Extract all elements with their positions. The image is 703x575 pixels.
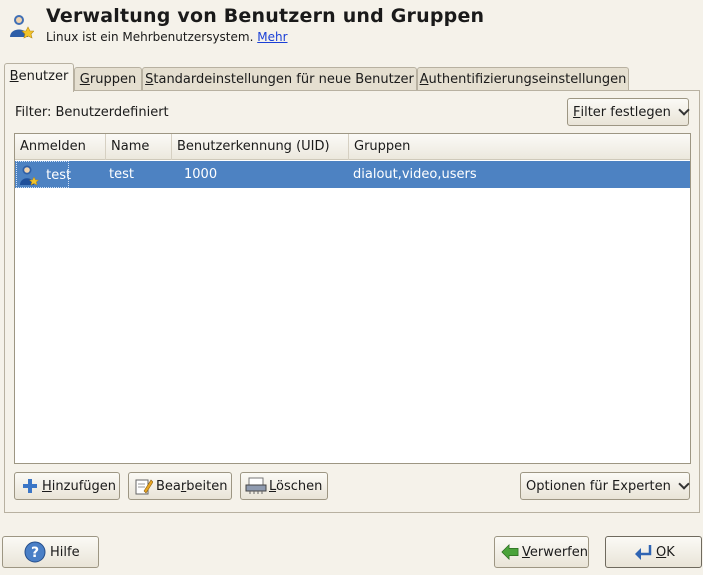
table-row[interactable]: test test 1000 dialout,video,users (15, 161, 690, 188)
shredder-icon (245, 477, 267, 494)
column-header-gruppen[interactable]: Gruppen (349, 134, 690, 160)
label-part: öschen (276, 478, 323, 494)
expert-options-button[interactable]: Optionen für Experten (520, 472, 690, 500)
plus-icon (23, 479, 37, 493)
button-label-rest: ilter festlegen (580, 104, 671, 120)
tab-mnemonic: G (79, 72, 90, 87)
edit-button[interactable]: Bearbeiten (128, 472, 232, 500)
tab-benutzer[interactable]: Benutzer (4, 63, 74, 92)
button-label: Optionen für Experten (526, 478, 671, 494)
tab-standardeinstellungen[interactable]: Standardeinstellungen für neue Benutzer (142, 67, 417, 92)
button-label: OK (656, 545, 675, 560)
button-label: Hilfe (50, 544, 80, 560)
users-icon (10, 15, 34, 39)
discard-button[interactable]: Verwerfen (494, 536, 589, 568)
edit-icon (135, 479, 153, 495)
tab-label-rest: ruppen (89, 72, 137, 87)
label-part: inzufügen (51, 478, 117, 494)
tab-label-rest: uthentifizierungseinstellungen (428, 72, 627, 87)
arrow-left-icon (501, 543, 519, 561)
tab-panel: Filter: Benutzerdefiniert Filter festleg… (4, 90, 700, 513)
column-header-uid[interactable]: Benutzerkennung (UID) (172, 134, 349, 160)
tab-gruppen[interactable]: Gruppen (74, 67, 142, 92)
page-title: Verwaltung von Benutzern und Gruppen (46, 5, 485, 27)
help-button[interactable]: ? Hilfe (2, 536, 99, 568)
button-label: Bearbeiten (156, 479, 227, 494)
label-part: K (666, 544, 675, 560)
button-mnemonic: F (573, 104, 581, 120)
filter-label: Filter: Benutzerdefiniert (15, 105, 169, 120)
table-header: Anmelden Name Benutzerkennung (UID) Grup… (15, 134, 690, 160)
button-mnemonic: O (656, 544, 667, 560)
subtitle-text: Linux ist ein Mehrbenutzersystem. (46, 30, 254, 44)
tab-authentifizierung[interactable]: Authentifizierungseinstellungen (417, 67, 629, 92)
set-filter-button[interactable]: Filter festlegen (567, 98, 690, 126)
tab-mnemonic: B (9, 69, 19, 84)
tab-mnemonic: A (419, 72, 429, 87)
uid-cell: 1000 (184, 167, 218, 182)
tab-label-rest: enutzer (18, 69, 69, 84)
dialog-header: Verwaltung von Benutzern und Gruppen Lin… (0, 0, 703, 56)
chevron-down-icon (678, 478, 690, 490)
button-label: Verwerfen (522, 545, 588, 560)
page-subtitle: Linux ist ein Mehrbenutzersystem. Mehr (46, 30, 288, 44)
help-icon: ? (24, 541, 46, 563)
users-table[interactable]: Anmelden Name Benutzerkennung (UID) Grup… (14, 133, 691, 464)
button-mnemonic: H (42, 478, 52, 494)
chevron-down-icon (678, 104, 690, 116)
user-icon (20, 165, 40, 186)
name-cell: test (109, 167, 134, 182)
tab-label-rest: tandardeinstellungen für neue Benutzer (153, 72, 414, 87)
add-button[interactable]: Hinzufügen (14, 472, 120, 500)
groups-cell: dialout,video,users (353, 167, 477, 182)
delete-button[interactable]: Löschen (240, 472, 328, 500)
more-link[interactable]: Mehr (257, 30, 287, 44)
button-label: Löschen (269, 479, 322, 494)
column-header-anmelden[interactable]: Anmelden (15, 134, 106, 160)
label-part: beiten (186, 478, 228, 494)
button-mnemonic: L (269, 478, 277, 494)
label-part: Bea (156, 478, 181, 494)
label-part: erwerfen (529, 544, 588, 560)
button-label: Hinzufügen (42, 479, 116, 494)
button-mnemonic: V (521, 544, 530, 560)
login-cell: test (16, 161, 72, 188)
column-header-name[interactable]: Name (106, 134, 172, 160)
login-value: test (46, 167, 72, 183)
ok-button[interactable]: OK (605, 536, 702, 568)
enter-arrow-icon (635, 545, 652, 560)
svg-text:?: ? (31, 545, 39, 561)
